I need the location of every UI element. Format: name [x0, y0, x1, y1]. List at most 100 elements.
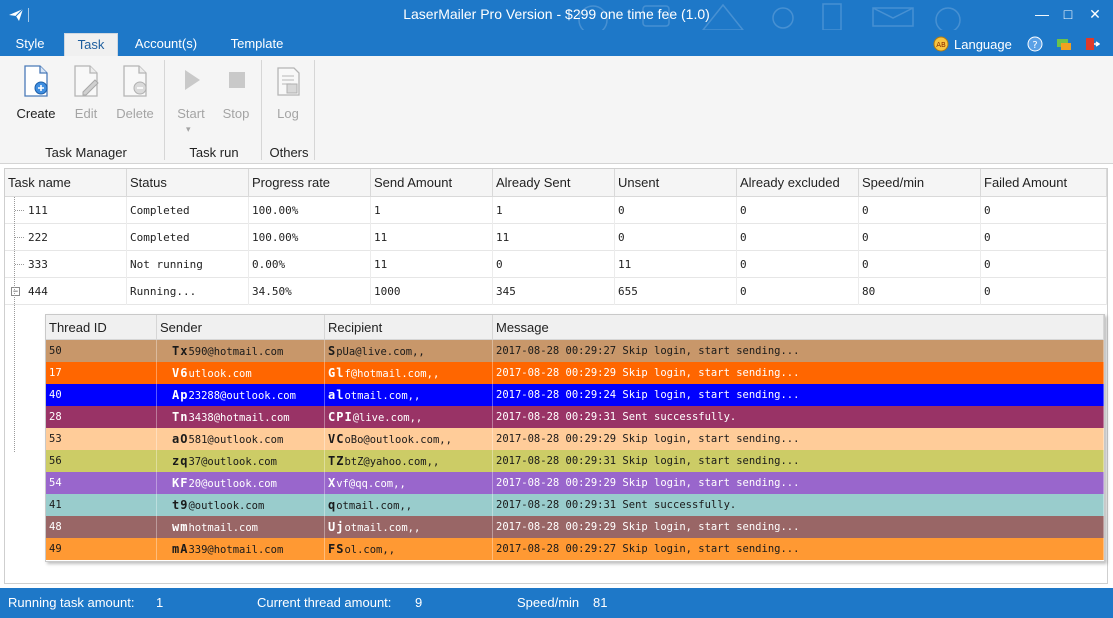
column-header[interactable]: Send Amount [371, 169, 493, 197]
column-header[interactable]: Speed/min [859, 169, 981, 197]
thread-id-cell: 54 [46, 472, 157, 494]
task-cell: 444 [25, 278, 127, 305]
thread-row[interactable]: 54 KF20@outlook.com Xvf@qq.com,, 2017-08-28… [46, 472, 1104, 494]
start-label: Start [177, 106, 205, 121]
obscured-recipient-prefix: al [328, 388, 345, 402]
task-row[interactable]: 111 Completed 100.00% 1 1 0 0 0 0 [5, 197, 1107, 224]
task-grid-header: Task name Status Progress rate Send Amount A… [5, 169, 1107, 197]
thread-column-header[interactable]: Recipient [325, 315, 493, 340]
delete-label: Delete [116, 106, 154, 121]
column-header[interactable]: Already Sent [493, 169, 615, 197]
column-header[interactable]: Task name [5, 169, 127, 197]
start-dropdown-icon[interactable]: ▾ [186, 124, 191, 135]
stop-label: Stop [222, 106, 250, 121]
thread-row[interactable]: 49 mA339@hotmail.com FSol.com,, 2017-08-28 … [46, 538, 1104, 560]
thread-row[interactable]: 17 V6utlook.com Glf@hotmail.com,, 2017-08-2… [46, 362, 1104, 384]
language-icon: AB [933, 36, 949, 52]
column-header[interactable]: Progress rate [249, 169, 371, 197]
task-cell: 34.50% [249, 278, 371, 305]
thread-id-cell: 56 [46, 450, 157, 472]
thread-row[interactable]: 50 Tx590@hotmail.com SpUa@live.com,, 2017-0… [46, 340, 1104, 362]
task-cell: 1 [371, 197, 493, 224]
thread-id-cell: 53 [46, 428, 157, 450]
task-cell: 0 [737, 197, 859, 224]
thread-row[interactable]: 41 t9@outlook.com qotmail.com,, 2017-08-28 … [46, 494, 1104, 516]
sender-address: 20@outlook.com [188, 478, 277, 490]
task-cell: 0 [981, 197, 1107, 224]
column-header[interactable]: Failed Amount [981, 169, 1107, 197]
sender-cell: KF20@outlook.com [157, 472, 325, 494]
message-cell: 2017-08-28 00:29:29 Skip login, start se… [493, 516, 1104, 538]
svg-text:AB: AB [936, 41, 946, 49]
task-row[interactable]: −444 Running... 34.50% 1000 345 655 0 80 0 [5, 278, 1107, 305]
maximize-button[interactable]: □ [1060, 6, 1076, 22]
log-label: Log [277, 106, 299, 121]
message-cell: 2017-08-28 00:29:31 Skip login, start se… [493, 450, 1104, 472]
log-button[interactable]: Log [263, 64, 313, 121]
start-button[interactable]: Start [166, 64, 216, 121]
sender-cell: V6utlook.com [157, 362, 325, 384]
task-cell: 0 [981, 224, 1107, 251]
exit-icon[interactable] [1084, 36, 1100, 52]
running-task-value: 1 [156, 595, 164, 610]
task-cell: 100.00% [249, 224, 371, 251]
minimize-button[interactable]: — [1034, 6, 1050, 22]
task-cell: Completed [127, 197, 249, 224]
help-icon[interactable]: ? [1027, 36, 1043, 52]
feedback-icon[interactable] [1056, 36, 1072, 52]
ribbon-separator [314, 60, 315, 160]
thread-id-cell: 40 [46, 384, 157, 406]
recipient-address: btZ@yahoo.com,, [344, 456, 440, 468]
task-cell: 100.00% [249, 197, 371, 224]
column-header[interactable]: Unsent [615, 169, 737, 197]
thread-row[interactable]: 48 wmhotmail.com Ujotmail.com,, 2017-08-28 … [46, 516, 1104, 538]
obscured-sender-prefix: Ap [172, 388, 189, 402]
collapse-icon[interactable]: − [11, 287, 20, 296]
column-header[interactable]: Already excluded [737, 169, 859, 197]
sender-address: 23288@outlook.com [188, 390, 296, 402]
tab-task[interactable]: Task [64, 33, 118, 56]
thread-row[interactable]: 53 aO581@outlook.com VCoBo@outlook.com,, 20… [46, 428, 1104, 450]
obscured-recipient-prefix: X [328, 476, 337, 490]
thread-column-header[interactable]: Message [493, 315, 1104, 340]
obscured-recipient-prefix: CPI [328, 410, 353, 424]
thread-row[interactable]: 28 Tn3438@hotmail.com CPI@live.com,, 2017-0… [46, 406, 1104, 428]
column-header[interactable]: Status [127, 169, 249, 197]
svg-text:?: ? [1032, 40, 1037, 51]
task-row[interactable]: 333 Not running 0.00% 11 0 11 0 0 0 [5, 251, 1107, 278]
task-cell: 0 [737, 278, 859, 305]
sender-address: 37@outlook.com [188, 456, 277, 468]
thread-row[interactable]: 56 zq37@outlook.com TZbtZ@yahoo.com,, 2017-… [46, 450, 1104, 472]
create-button[interactable]: Create [11, 64, 61, 121]
obscured-sender-prefix: wm [172, 520, 189, 534]
language-menu[interactable]: AB Language [933, 35, 1012, 53]
tab-template[interactable]: Template [218, 33, 296, 56]
tab-accounts[interactable]: Account(s) [124, 33, 208, 56]
message-cell: 2017-08-28 00:29:29 Skip login, start se… [493, 362, 1104, 384]
tree-branch [15, 237, 24, 238]
sender-address: 339@hotmail.com [188, 544, 284, 556]
thread-row[interactable]: 40 Ap23288@outlook.com alotmail.com,, 2017-… [46, 384, 1104, 406]
thread-amount-label: Current thread amount: [257, 595, 392, 610]
close-button[interactable]: ✕ [1087, 6, 1103, 22]
group-label-others: Others [269, 145, 309, 160]
stop-button[interactable]: Stop [211, 64, 261, 121]
obscured-recipient-prefix: FS [328, 542, 345, 556]
task-row[interactable]: 222 Completed 100.00% 11 11 0 0 0 0 [5, 224, 1107, 251]
thread-column-header[interactable]: Sender [157, 315, 325, 340]
sender-cell: t9@outlook.com [157, 494, 325, 516]
edit-button[interactable]: Edit [61, 64, 111, 121]
recipient-address: @live.com,, [352, 412, 423, 424]
delete-button[interactable]: Delete [110, 64, 160, 121]
recipient-address: ol.com,, [344, 544, 396, 556]
obscured-recipient-prefix: S [328, 344, 337, 358]
tab-style[interactable]: Style [6, 33, 54, 56]
recipient-address: pUa@live.com,, [336, 346, 425, 358]
thread-column-header[interactable]: Thread ID [46, 315, 157, 340]
task-cell: 333 [25, 251, 127, 278]
task-cell: 0 [859, 197, 981, 224]
menu-bar: Style Task Account(s) Template AB Langua… [0, 30, 1113, 56]
recipient-cell: alotmail.com,, [325, 384, 493, 406]
recipient-address: otmail.com,, [336, 500, 413, 512]
sender-cell: zq37@outlook.com [157, 450, 325, 472]
